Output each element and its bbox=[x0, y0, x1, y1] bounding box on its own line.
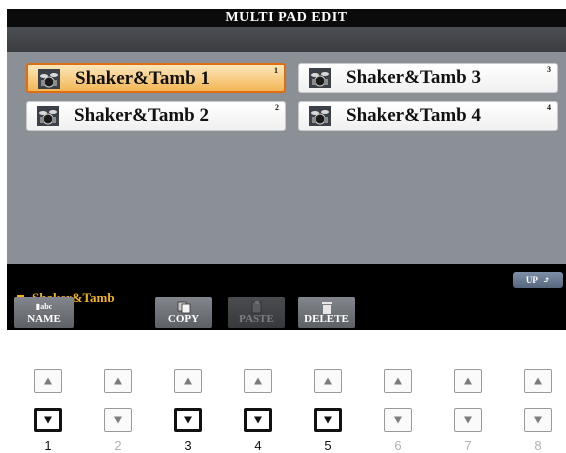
pad-name: Shaker&Tamb 4 bbox=[346, 105, 481, 126]
hardware-up-button-5[interactable] bbox=[314, 369, 342, 393]
hardware-up-button-4[interactable] bbox=[244, 369, 272, 393]
up-triangle-icon bbox=[464, 377, 472, 385]
button-number-4: 4 bbox=[254, 438, 262, 453]
down-triangle-icon bbox=[394, 416, 402, 424]
pad-item-2[interactable]: Shaker&Tamb 2 2 bbox=[26, 101, 286, 131]
button-number-5: 5 bbox=[324, 438, 332, 453]
text-edit-icon: ▮abc bbox=[35, 302, 53, 311]
hardware-down-button-1[interactable] bbox=[34, 408, 62, 432]
up-triangle-icon bbox=[324, 377, 332, 385]
paste-button-label: PASTE bbox=[239, 313, 274, 325]
pad-number: 2 bbox=[275, 103, 279, 112]
pad-number: 1 bbox=[274, 66, 278, 75]
name-sublabel: abc bbox=[40, 302, 53, 311]
hardware-down-button-8[interactable] bbox=[524, 408, 552, 432]
pad-number: 4 bbox=[547, 103, 551, 112]
up-triangle-icon bbox=[534, 377, 542, 385]
hardware-down-button-6[interactable] bbox=[384, 408, 412, 432]
hardware-up-button-2[interactable] bbox=[104, 369, 132, 393]
hardware-up-button-8[interactable] bbox=[524, 369, 552, 393]
drum-kit-icon bbox=[38, 69, 60, 89]
subtitle-bar bbox=[7, 27, 566, 52]
name-button-label: NAME bbox=[27, 313, 61, 325]
delete-button-label: DELETE bbox=[304, 313, 349, 325]
down-triangle-icon bbox=[114, 416, 122, 424]
down-triangle-icon bbox=[184, 416, 192, 424]
up-triangle-icon bbox=[44, 377, 52, 385]
button-number-8: 8 bbox=[534, 438, 542, 453]
down-triangle-icon bbox=[254, 416, 262, 424]
hardware-down-button-7[interactable] bbox=[454, 408, 482, 432]
pad-item-3[interactable]: Shaker&Tamb 3 3 bbox=[298, 63, 558, 93]
button-number-7: 7 bbox=[464, 438, 472, 453]
lcd-screen: MULTI PAD EDIT Shaker&Tamb 1 1 Shaker&Ta… bbox=[7, 9, 566, 330]
pad-name: Shaker&Tamb 2 bbox=[74, 105, 209, 126]
drum-kit-icon bbox=[37, 106, 59, 126]
down-triangle-icon bbox=[44, 416, 52, 424]
hardware-up-button-6[interactable] bbox=[384, 369, 412, 393]
hardware-up-button-7[interactable] bbox=[454, 369, 482, 393]
window-title: MULTI PAD EDIT bbox=[7, 9, 566, 27]
up-arrow-icon: ⤴ bbox=[542, 275, 551, 285]
up-triangle-icon bbox=[114, 377, 122, 385]
button-number-3: 3 bbox=[184, 438, 192, 453]
up-triangle-icon bbox=[394, 377, 402, 385]
up-button[interactable]: UP ⤴ bbox=[513, 272, 563, 288]
drum-kit-icon bbox=[309, 106, 331, 126]
copy-button-label: COPY bbox=[167, 313, 200, 325]
up-button-label: UP bbox=[525, 275, 538, 285]
hardware-up-button-3[interactable] bbox=[174, 369, 202, 393]
button-number-2: 2 bbox=[114, 438, 122, 453]
up-triangle-icon bbox=[254, 377, 262, 385]
paste-button[interactable]: PASTE bbox=[228, 297, 285, 328]
delete-button[interactable]: DELETE bbox=[298, 297, 355, 328]
drum-kit-icon bbox=[309, 68, 331, 88]
button-number-1: 1 bbox=[44, 438, 52, 453]
name-button[interactable]: ▮abc NAME bbox=[14, 297, 74, 328]
up-triangle-icon bbox=[184, 377, 192, 385]
pad-name: Shaker&Tamb 1 bbox=[75, 68, 210, 89]
hardware-down-button-4[interactable] bbox=[244, 408, 272, 432]
hardware-down-button-3[interactable] bbox=[174, 408, 202, 432]
hardware-down-button-5[interactable] bbox=[314, 408, 342, 432]
pad-item-1[interactable]: Shaker&Tamb 1 1 bbox=[26, 63, 286, 93]
down-triangle-icon bbox=[534, 416, 542, 424]
pad-item-4[interactable]: Shaker&Tamb 4 4 bbox=[298, 101, 558, 131]
pad-name: Shaker&Tamb 3 bbox=[346, 67, 481, 88]
copy-button[interactable]: COPY bbox=[155, 297, 212, 328]
button-number-6: 6 bbox=[394, 438, 402, 453]
hardware-up-button-1[interactable] bbox=[34, 369, 62, 393]
hardware-down-button-2[interactable] bbox=[104, 408, 132, 432]
pad-list-area: Shaker&Tamb 1 1 Shaker&Tamb 2 2 Shaker&T… bbox=[7, 52, 566, 305]
down-triangle-icon bbox=[464, 416, 472, 424]
down-triangle-icon bbox=[324, 416, 332, 424]
pad-number: 3 bbox=[547, 65, 551, 74]
